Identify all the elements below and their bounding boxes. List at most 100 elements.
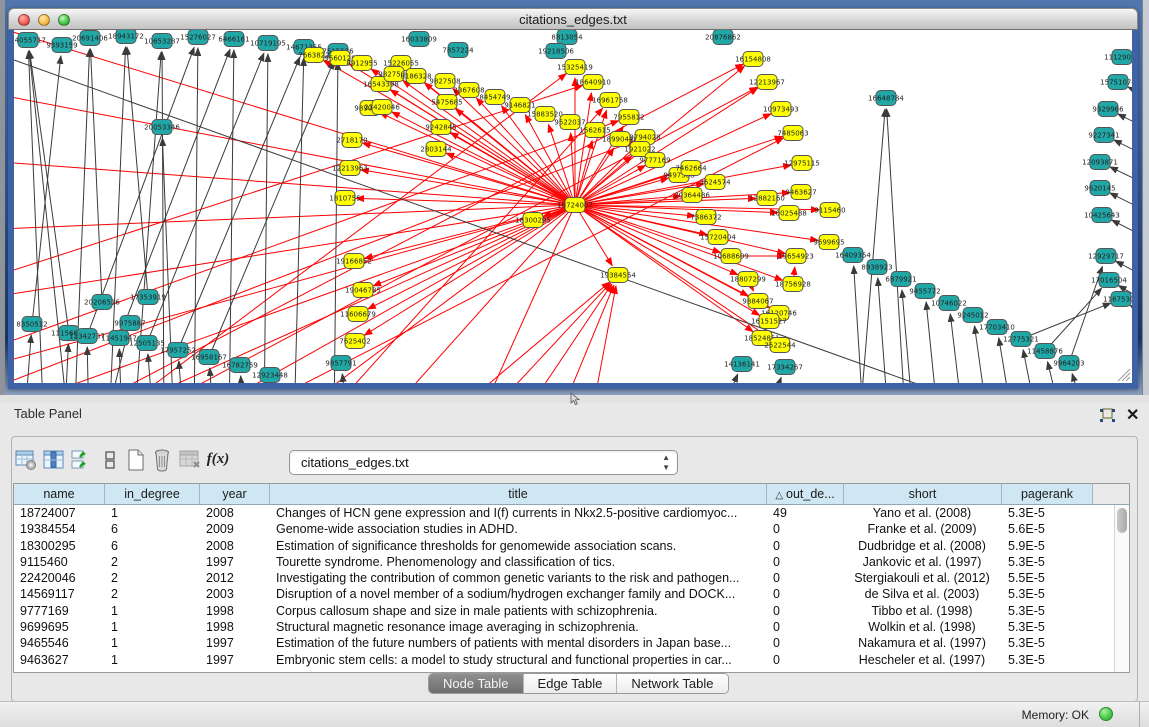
cell-out_de[interactable]: 0: [767, 652, 844, 668]
table-select[interactable]: citations_edges.txt ▲▼: [289, 450, 678, 475]
graph-node[interactable]: 6466161: [218, 32, 249, 47]
graph-node[interactable]: 16409354: [835, 248, 871, 263]
graph-node[interactable]: 2803144: [420, 142, 452, 157]
cell-in_degree[interactable]: 1: [105, 635, 200, 651]
cell-pagerank[interactable]: 5.3E-5: [1002, 619, 1093, 635]
cell-name[interactable]: 9699695: [14, 619, 105, 635]
cell-title[interactable]: Embryonic stem cells: a model to study s…: [270, 652, 767, 668]
cell-name[interactable]: 22420046: [14, 570, 105, 586]
graph-node[interactable]: 5475685: [431, 95, 462, 110]
cell-title[interactable]: Structural magnetic resonance image aver…: [270, 619, 767, 635]
cell-out_de[interactable]: 0: [767, 635, 844, 651]
graph-node[interactable]: 20876862: [705, 30, 741, 45]
cell-out_de[interactable]: 0: [767, 554, 844, 570]
cell-year[interactable]: 2012: [200, 570, 270, 586]
table-scrollbar[interactable]: [1114, 505, 1129, 672]
cell-name[interactable]: 9463627: [14, 652, 105, 668]
graph-node[interactable]: 11129057: [1104, 50, 1132, 65]
resize-grip[interactable]: [1118, 369, 1130, 381]
graph-node[interactable]: 7857224: [442, 43, 474, 58]
cell-title[interactable]: Tourette syndrome. Phenomenology and cla…: [270, 554, 767, 570]
cell-short[interactable]: Wolkin et al. (1998): [844, 619, 1002, 635]
graph-node[interactable]: 6879921: [885, 272, 916, 287]
graph-node[interactable]: 12213967: [749, 75, 785, 90]
cell-name[interactable]: 9465546: [14, 635, 105, 651]
graph-node[interactable]: 16033809: [401, 32, 437, 47]
cell-year[interactable]: 2009: [200, 521, 270, 537]
graph-node[interactable]: 24055717: [14, 33, 46, 48]
graph-node[interactable]: 17703410: [979, 320, 1015, 335]
graph-node[interactable]: 12093871: [1082, 155, 1118, 170]
graph-node[interactable]: 10746022: [931, 296, 967, 311]
graph-node[interactable]: 1810755: [329, 191, 360, 206]
cell-year[interactable]: 2008: [200, 538, 270, 554]
table-row[interactable]: 2242004622012Investigating the contribut…: [14, 570, 1114, 586]
graph-node[interactable]: 15325419: [557, 60, 593, 75]
graph-node[interactable]: 17016504: [1091, 273, 1127, 288]
network-window-titlebar[interactable]: citations_edges.txt: [8, 8, 1138, 30]
graph-node[interactable]: 9699695: [813, 235, 844, 250]
float-window-icon[interactable]: [1099, 408, 1116, 424]
column-header-name[interactable]: name: [14, 484, 105, 504]
cell-out_de[interactable]: 0: [767, 521, 844, 537]
close-icon[interactable]: ✕: [1126, 405, 1139, 425]
cell-year[interactable]: 1998: [200, 603, 270, 619]
graph-node[interactable]: 9857791: [325, 356, 356, 371]
cell-title[interactable]: Genome-wide association studies in ADHD.: [270, 521, 767, 537]
cell-pagerank[interactable]: 5.3E-5: [1002, 603, 1093, 619]
cell-pagerank[interactable]: 5.3E-5: [1002, 652, 1093, 668]
table-row[interactable]: 1872400712008Changes of HCN gene express…: [14, 505, 1114, 521]
column-header-short[interactable]: short: [844, 484, 1002, 504]
cell-year[interactable]: 1997: [200, 554, 270, 570]
cell-in_degree[interactable]: 2: [105, 586, 200, 602]
graph-node[interactable]: 7625402: [339, 334, 370, 349]
cell-year[interactable]: 2008: [200, 505, 270, 521]
graph-node[interactable]: 19218506: [538, 44, 574, 59]
cell-pagerank[interactable]: 5.3E-5: [1002, 554, 1093, 570]
delete-values-icon[interactable]: [150, 447, 174, 472]
graph-node[interactable]: 10688609: [713, 249, 749, 264]
cell-pagerank[interactable]: 5.6E-5: [1002, 521, 1093, 537]
cell-pagerank[interactable]: 5.5E-5: [1002, 570, 1093, 586]
graph-node[interactable]: 18943172: [108, 30, 144, 44]
column-header-title[interactable]: title: [270, 484, 767, 504]
graph-node[interactable]: 20053346: [144, 120, 180, 135]
cell-title[interactable]: Investigating the contribution of common…: [270, 570, 767, 586]
cell-short[interactable]: Tibbo et al. (1998): [844, 603, 1002, 619]
cell-short[interactable]: de Silva et al. (2003): [844, 586, 1002, 602]
cell-name[interactable]: 18724007: [14, 505, 105, 521]
graph-node[interactable]: 18300295: [515, 213, 551, 228]
graph-node[interactable]: 12923448: [252, 368, 288, 383]
cell-out_de[interactable]: 0: [767, 619, 844, 635]
function-builder-icon[interactable]: f(x): [206, 447, 230, 472]
cell-short[interactable]: Franke et al. (2009): [844, 521, 1002, 537]
show-column-icon[interactable]: [42, 447, 66, 472]
cell-short[interactable]: Nakamura et al. (1997): [844, 635, 1002, 651]
cell-title[interactable]: Changes of HCN gene expression and I(f) …: [270, 505, 767, 521]
table-settings-icon[interactable]: [14, 447, 38, 472]
cell-out_de[interactable]: 49: [767, 505, 844, 521]
graph-node[interactable]: 10425643: [1084, 208, 1120, 223]
cell-in_degree[interactable]: 1: [105, 603, 200, 619]
graph-node[interactable]: 15720404: [700, 230, 736, 245]
row-height-icon[interactable]: [98, 447, 122, 472]
graph-node[interactable]: 9455772: [909, 284, 940, 299]
cell-short[interactable]: Yano et al. (2008): [844, 505, 1002, 521]
graph-node[interactable]: 16782759: [222, 358, 258, 373]
cell-in_degree[interactable]: 6: [105, 521, 200, 537]
select-rows-icon[interactable]: [70, 447, 94, 472]
cell-in_degree[interactable]: 6: [105, 538, 200, 554]
graph-node[interactable]: 9964203: [1053, 356, 1084, 371]
memory-status-icon[interactable]: [1099, 707, 1113, 721]
cell-in_degree[interactable]: 2: [105, 570, 200, 586]
network-canvas[interactable]: 2405571793931592069140618943172106532871…: [14, 30, 1132, 383]
table-row[interactable]: 969969511998Structural magnetic resonanc…: [14, 619, 1114, 635]
cell-year[interactable]: 1997: [200, 652, 270, 668]
cell-name[interactable]: 9115460: [14, 554, 105, 570]
cell-name[interactable]: 19384554: [14, 521, 105, 537]
table-row[interactable]: 1938455462009Genome-wide association stu…: [14, 521, 1114, 537]
graph-node[interactable]: 9115460: [814, 203, 845, 218]
table-row[interactable]: 977716911998Corpus callosum shape and si…: [14, 603, 1114, 619]
graph-node[interactable]: 12929717: [1088, 249, 1124, 264]
column-header-in_degree[interactable]: in_degree: [105, 484, 200, 504]
